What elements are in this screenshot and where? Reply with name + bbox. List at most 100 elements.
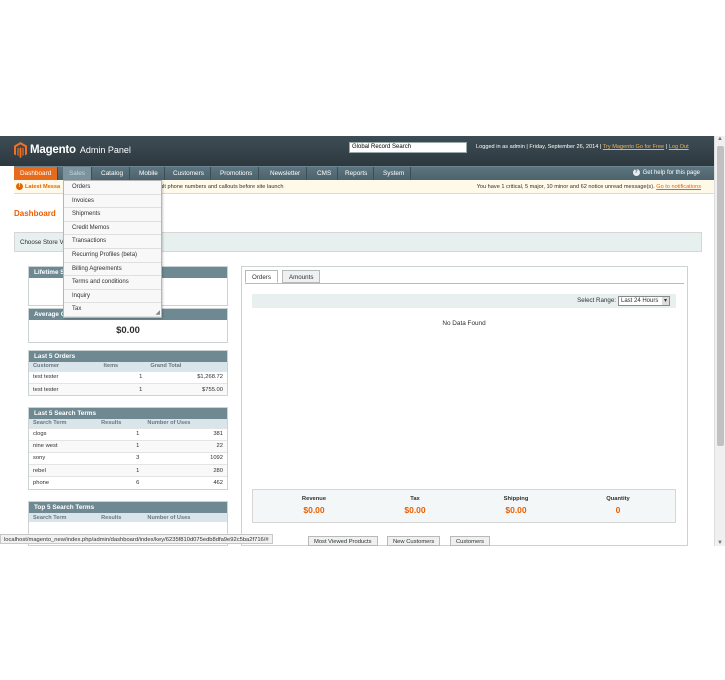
menu-item-tax[interactable]: Tax	[64, 303, 161, 317]
nav-promotions[interactable]: Promotions	[214, 167, 260, 180]
table-row[interactable]: phone 6 462	[29, 476, 227, 489]
revenue-total: Revenue $0.00	[264, 496, 364, 515]
resize-handle-icon[interactable]: ◢	[155, 309, 160, 316]
menu-item-invoices[interactable]: Invoices	[64, 195, 161, 209]
try-magento-go-link[interactable]: Try Magento Go for Free	[603, 144, 664, 150]
column-header[interactable]: Search Term	[29, 419, 98, 428]
uses-cell: 22	[143, 439, 227, 453]
nav-system[interactable]: System	[377, 167, 412, 180]
menu-item-recurring-profiles[interactable]: Recurring Profiles (beta)	[64, 249, 161, 263]
menu-item-billing-agreements[interactable]: Billing Agreements	[64, 263, 161, 277]
customer-cell: test tester	[29, 382, 100, 396]
totals-bar: Revenue $0.00 Tax $0.00 Shipping $0.00 Q…	[252, 489, 676, 523]
nav-catalog[interactable]: Catalog	[95, 167, 131, 180]
notification-summary: You have 1 critical, 5 major, 10 minor a…	[477, 180, 701, 194]
search-term-cell: nine west	[29, 439, 98, 453]
shipping-value: $0.00	[505, 505, 527, 515]
last-search-terms-table: Search Term Results Number of Uses clogs…	[29, 419, 227, 489]
quantity-value: 0	[615, 505, 621, 515]
menu-item-terms-and-conditions[interactable]: Terms and conditions	[64, 276, 161, 290]
tax-total: Tax $0.00	[365, 496, 465, 515]
column-header[interactable]: Customer	[29, 362, 100, 371]
tab-new-customers[interactable]: New Customers	[387, 536, 441, 546]
vertical-scrollbar[interactable]: ▲ ▼	[714, 136, 725, 546]
tab-divider	[245, 283, 684, 284]
column-header[interactable]: Number of Uses	[143, 513, 227, 522]
items-cell: 1	[99, 382, 147, 396]
nav-cms[interactable]: CMS	[311, 167, 339, 180]
results-cell: 1	[97, 439, 144, 453]
results-cell: 6	[97, 476, 144, 489]
store-switcher-label: Choose Store V	[20, 239, 64, 246]
scroll-up-icon[interactable]: ▲	[717, 136, 723, 142]
menu-item-credit-memos[interactable]: Credit Memos	[64, 222, 161, 236]
nav-dashboard[interactable]: Dashboard	[14, 167, 59, 180]
shipping-label: Shipping	[503, 496, 529, 502]
tab-orders[interactable]: Orders	[245, 270, 278, 283]
menu-item-inquiry[interactable]: Inquiry	[64, 290, 161, 304]
warning-icon: !	[16, 183, 23, 190]
last-orders-table: Customer Items Grand Total test tester 1…	[29, 362, 227, 396]
menu-item-transactions[interactable]: Transactions	[64, 235, 161, 249]
search-term-cell: sony	[29, 451, 98, 465]
column-header[interactable]: Results	[97, 419, 144, 428]
quantity-total: Quantity 0	[568, 496, 668, 515]
revenue-value: $0.00	[303, 505, 325, 515]
uses-cell: 381	[143, 427, 227, 441]
tax-label: Tax	[410, 496, 420, 502]
help-link[interactable]: ? Get help for this page	[632, 167, 700, 180]
column-header[interactable]: Search Term	[29, 513, 98, 522]
go-to-notifications-link[interactable]: Go to notifications	[656, 184, 701, 190]
help-label: Get help for this page	[642, 170, 700, 176]
tab-most-viewed-products[interactable]: Most Viewed Products	[308, 536, 378, 546]
logged-in-text: Logged in as admin	[476, 144, 525, 150]
nav-mobile[interactable]: Mobile	[133, 167, 165, 180]
uses-cell: 280	[143, 464, 227, 477]
top-search-terms-title: Top 5 Search Terms	[29, 502, 227, 513]
nav-sales[interactable]: Sales	[63, 167, 92, 180]
items-cell: 1	[99, 370, 147, 384]
latest-message-label: Latest Messa	[25, 184, 61, 190]
last-orders-box: Last 5 Orders Customer Items Grand Total…	[28, 350, 228, 397]
column-header[interactable]: Results	[97, 513, 144, 522]
tax-value: $0.00	[404, 505, 426, 515]
sales-dropdown-menu: Orders Invoices Shipments Credit Memos T…	[63, 180, 162, 318]
tab-amounts[interactable]: Amounts	[282, 270, 321, 283]
range-bar: Select Range: Last 24 Hours	[252, 294, 676, 308]
menu-item-orders[interactable]: Orders	[64, 181, 161, 195]
nav-customers[interactable]: Customers	[167, 167, 211, 180]
table-row[interactable]: test tester 1 $1,268.72	[29, 370, 227, 384]
search-term-cell: clogs	[29, 427, 98, 441]
table-row[interactable]: nine west 1 22	[29, 439, 227, 453]
top-search-terms-table: Search Term Results Number of Uses	[29, 513, 227, 522]
nav-newsletter[interactable]: Newsletter	[264, 167, 308, 180]
range-select[interactable]: Last 24 Hours	[618, 296, 670, 306]
latest-message-text: ult phone numbers and callouts before si…	[160, 184, 284, 190]
menu-item-shipments[interactable]: Shipments	[64, 208, 161, 222]
revenue-label: Revenue	[301, 496, 327, 502]
search-term-cell: phone	[29, 476, 98, 489]
table-row[interactable]: rebel 1 280	[29, 464, 227, 477]
magento-logo[interactable]: Magento Admin Panel	[14, 142, 131, 158]
uses-cell: 1092	[143, 451, 227, 465]
table-row[interactable]: clogs 1 381	[29, 427, 227, 441]
table-row[interactable]: test tester 1 $755.00	[29, 382, 227, 396]
global-search-input[interactable]: Global Record Search	[349, 142, 467, 153]
search-term-cell: rebel	[29, 464, 98, 477]
customer-cell: test tester	[29, 370, 100, 384]
grand-total-cell: $755.00	[146, 382, 227, 396]
logo-subtitle: Admin Panel	[79, 145, 131, 155]
no-data-message: No Data Found	[442, 320, 486, 327]
uses-cell: 462	[143, 476, 227, 489]
last-search-terms-box: Last 5 Search Terms Search Term Results …	[28, 407, 228, 490]
logout-link[interactable]: Log Out	[669, 144, 689, 150]
column-header[interactable]: Number of Uses	[143, 419, 227, 428]
column-header[interactable]: Grand Total	[146, 362, 227, 371]
tab-customers[interactable]: Customers	[450, 536, 491, 546]
nav-reports[interactable]: Reports	[339, 167, 375, 180]
table-row[interactable]: sony 3 1092	[29, 451, 227, 465]
column-header[interactable]: Items	[99, 362, 147, 371]
shipping-total: Shipping $0.00	[466, 496, 566, 515]
average-order-value: $0.00	[116, 325, 140, 336]
scrollbar-thumb[interactable]	[717, 146, 724, 446]
